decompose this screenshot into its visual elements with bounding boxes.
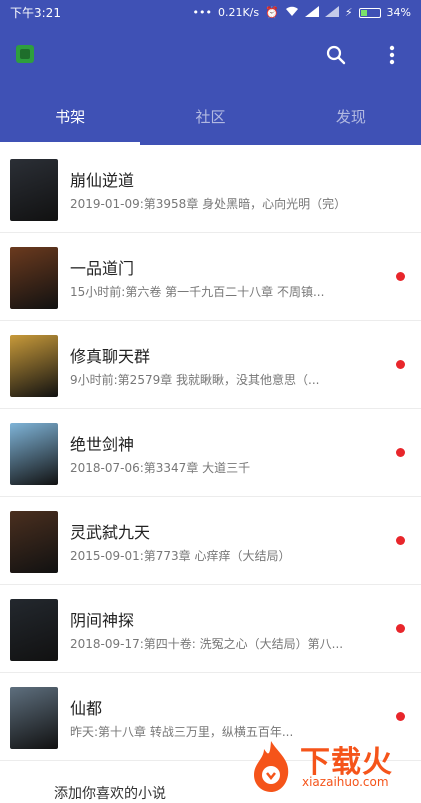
wifi-icon: [285, 6, 299, 20]
tab-discover[interactable]: 发现: [281, 97, 421, 145]
flame-icon: [254, 741, 289, 792]
book-title: 崩仙逆道: [70, 171, 135, 190]
unread-dot-icon: [396, 624, 405, 633]
tab-bar: 书架 社区 发现: [0, 97, 421, 145]
book-title: 灵武弑九天: [70, 523, 151, 542]
book-latest-chapter: 9小时前:第2579章 我就瞅瞅，没其他意思（...: [70, 373, 320, 387]
book-title: 绝世剑神: [70, 435, 135, 454]
book-latest-chapter: 15小时前:第六卷 第一千九百二十八章 不周镇...: [70, 285, 325, 299]
add-book-label: 添加你喜欢的小说: [54, 786, 166, 802]
book-title: 修真聊天群: [70, 347, 151, 366]
book-title: 阴间神探: [70, 611, 135, 630]
watermark-url: xiazaihuo.com: [302, 775, 389, 789]
search-icon: [326, 45, 346, 65]
battery-icon: [358, 7, 381, 18]
app-bar: 书架 社区 发现: [0, 25, 421, 145]
alarm-icon: ⏰: [265, 6, 279, 19]
book-latest-chapter: 2018-09-17:第四十卷: 洗冤之心（大结局）第八...: [70, 637, 344, 651]
unread-dot-icon: [396, 712, 405, 721]
signal-icon-2: [324, 5, 339, 20]
book-row[interactable]: 灵武弑九天 2015-09-01:第773章 心痒痒（大结局）: [0, 497, 421, 585]
status-bar: 下午3:21 ••• 0.21K/s ⏰ ⚡ 34%: [0, 0, 421, 25]
book-row[interactable]: 绝世剑神 2018-07-06:第3347章 大道三千: [0, 409, 421, 497]
status-icons: ••• 0.21K/s ⏰ ⚡ 34%: [192, 5, 411, 20]
book-latest-chapter: 2019-01-09:第3958章 身处黑暗，心向光明（完）: [70, 197, 347, 211]
battery-percent: 34%: [386, 6, 411, 19]
tab-community[interactable]: 社区: [140, 97, 280, 145]
book-row[interactable]: 修真聊天群 9小时前:第2579章 我就瞅瞅，没其他意思（...: [0, 321, 421, 409]
unread-dot-icon: [396, 360, 405, 369]
unread-dot-icon: [396, 448, 405, 457]
book-row[interactable]: 一品道门 15小时前:第六卷 第一千九百二十八章 不周镇...: [0, 233, 421, 321]
app-logo-icon[interactable]: [16, 45, 34, 63]
status-time: 下午3:21: [10, 6, 61, 20]
book-cover: [10, 335, 58, 397]
book-cover: [10, 687, 58, 749]
book-latest-chapter: 2015-09-01:第773章 心痒痒（大结局）: [70, 549, 291, 563]
network-speed: 0.21K/s: [217, 6, 260, 19]
book-title: 一品道门: [70, 259, 135, 278]
book-cover: [10, 423, 58, 485]
book-list: 崩仙逆道 2019-01-09:第3958章 身处黑暗，心向光明（完） 一品道门…: [0, 145, 421, 761]
unread-dot-icon: [396, 536, 405, 545]
unread-dot-icon: [396, 272, 405, 281]
signal-icon: [304, 5, 319, 20]
more-menu-button[interactable]: [378, 41, 406, 69]
tab-bookshelf[interactable]: 书架: [0, 97, 141, 145]
battery-level: [360, 9, 367, 16]
book-cover: [10, 159, 58, 221]
book-cover: [10, 599, 58, 661]
status-dots: •••: [192, 6, 212, 19]
book-latest-chapter: 2018-07-06:第3347章 大道三千: [70, 461, 251, 475]
more-vert-icon: [389, 45, 395, 65]
book-cover: [10, 511, 58, 573]
book-row[interactable]: 阴间神探 2018-09-17:第四十卷: 洗冤之心（大结局）第八...: [0, 585, 421, 673]
book-row[interactable]: 崩仙逆道 2019-01-09:第3958章 身处黑暗，心向光明（完）: [0, 145, 421, 233]
book-title: 仙都: [70, 699, 103, 718]
book-cover: [10, 247, 58, 309]
charging-icon: ⚡: [344, 6, 353, 19]
search-button[interactable]: [322, 41, 350, 69]
watermark-logo: 下载火 xiazaihuo.com: [248, 735, 418, 795]
